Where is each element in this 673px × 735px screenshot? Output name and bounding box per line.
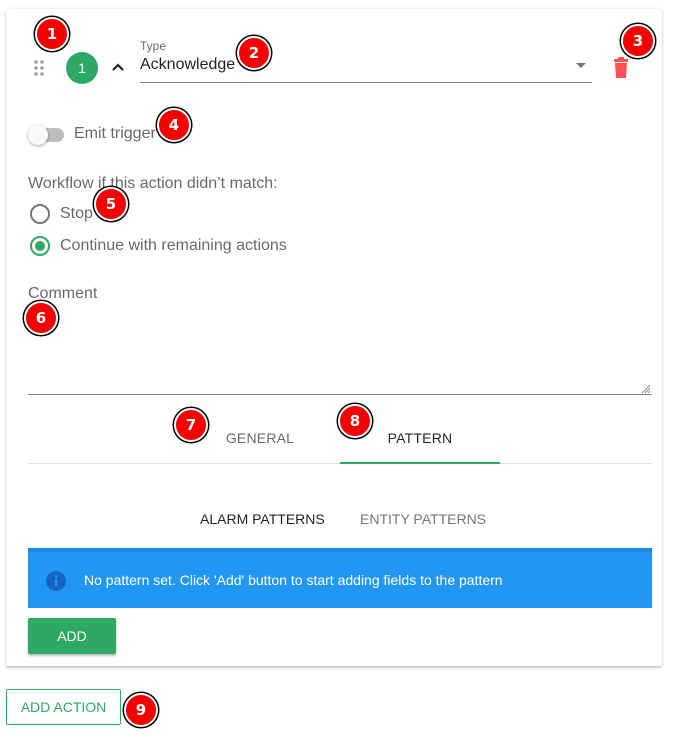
- trash-icon: [614, 57, 628, 78]
- subtab-entity-patterns[interactable]: ENTITY PATTERNS: [360, 499, 486, 539]
- radio-circle-checked: [30, 236, 50, 256]
- annotation-marker-8: 8: [338, 404, 372, 438]
- type-select[interactable]: Type Acknowledge: [140, 38, 592, 83]
- radio-label: Stop: [60, 205, 93, 222]
- resize-grip-icon[interactable]: [640, 383, 651, 394]
- radio-stop[interactable]: Stop: [28, 202, 308, 226]
- info-icon: [46, 571, 66, 591]
- type-underline: [140, 82, 592, 83]
- annotation-marker-2: 2: [237, 36, 271, 70]
- workflow-label: Workflow if this action didn’t match:: [28, 175, 278, 192]
- alert-text: No pattern set. Click 'Add' button to st…: [84, 572, 503, 588]
- type-value: Acknowledge: [140, 56, 236, 73]
- annotation-marker-4: 4: [157, 108, 191, 142]
- emit-trigger-toggle[interactable]: [28, 123, 66, 145]
- drag-handle-icon[interactable]: [33, 60, 45, 76]
- annotation-marker-7: 7: [174, 408, 208, 442]
- toggle-thumb: [28, 125, 48, 145]
- radio-dot: [35, 241, 45, 251]
- caret-down-icon: [576, 63, 586, 68]
- action-card: 1 Type Acknowledge Emit trigger Workflow…: [6, 9, 662, 666]
- comment-textarea[interactable]: [28, 309, 652, 395]
- annotation-marker-9: 9: [124, 693, 158, 727]
- delete-action-button[interactable]: [611, 57, 631, 79]
- collapse-button[interactable]: [108, 57, 128, 77]
- add-action-button[interactable]: ADD ACTION: [6, 689, 121, 725]
- annotation-marker-3: 3: [621, 24, 655, 58]
- radio-continue[interactable]: Continue with remaining actions: [28, 234, 308, 258]
- step-number-badge: 1: [66, 52, 98, 84]
- chevron-up-icon: [112, 63, 124, 71]
- annotation-marker-5: 5: [94, 187, 128, 221]
- active-tab-indicator: [340, 462, 500, 464]
- radio-label: Continue with remaining actions: [60, 237, 287, 254]
- add-pattern-button[interactable]: ADD: [28, 618, 116, 654]
- annotation-marker-6: 6: [24, 301, 58, 335]
- info-alert: No pattern set. Click 'Add' button to st…: [28, 548, 652, 608]
- annotation-marker-1: 1: [35, 17, 69, 51]
- emit-trigger-label: Emit trigger: [74, 125, 156, 142]
- radio-circle: [30, 204, 50, 224]
- subtab-alarm-patterns[interactable]: ALARM PATTERNS: [200, 499, 325, 539]
- type-label: Type: [140, 39, 167, 53]
- pattern-subtabs: ALARM PATTERNS ENTITY PATTERNS: [28, 499, 652, 539]
